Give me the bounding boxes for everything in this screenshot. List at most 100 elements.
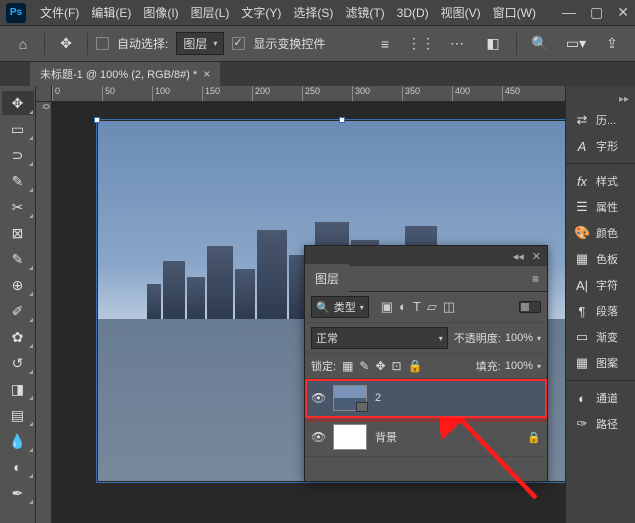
menu-file[interactable]: 文件(F): [34, 0, 85, 25]
maximize-icon[interactable]: ▢: [590, 4, 603, 21]
filter-pixel-icon[interactable]: ▣: [381, 299, 393, 315]
menu-type[interactable]: 文字(Y): [235, 0, 287, 25]
layers-panel[interactable]: ◂◂ ✕ 图层 ≡ 🔍 类型 ▾ ▣ ◐ T ▱ ◫ 正常▾ 不透明度: 100…: [304, 245, 548, 482]
auto-select-checkbox[interactable]: [96, 37, 109, 50]
collapse-icon[interactable]: ▸▸: [566, 92, 635, 107]
brush-tool[interactable]: ✐: [2, 299, 34, 323]
menu-image[interactable]: 图像(I): [137, 0, 184, 25]
move-tool-icon[interactable]: ✥: [53, 31, 79, 57]
filter-shape-icon[interactable]: ▱: [427, 299, 437, 315]
menu-filter[interactable]: 滤镜(T): [339, 0, 390, 25]
history-icon: ⇄: [574, 112, 590, 128]
opacity-value[interactable]: 100%: [505, 332, 533, 344]
auto-select-label: 自动选择:: [117, 35, 168, 52]
layer-name[interactable]: 背景: [375, 429, 397, 445]
panel-patterns[interactable]: ▦图案: [566, 350, 635, 376]
lock-icon: 🔒: [527, 431, 541, 444]
panel-swatches[interactable]: ▦色板: [566, 246, 635, 272]
panel-character[interactable]: A|字符: [566, 272, 635, 298]
visibility-icon[interactable]: 👁: [311, 391, 325, 405]
marquee-tool[interactable]: ▭: [2, 117, 34, 141]
move-tool[interactable]: ✥: [2, 91, 34, 115]
lock-pixels-icon[interactable]: ✎: [359, 359, 369, 373]
panel-history[interactable]: ⇄历...: [566, 107, 635, 133]
eraser-tool[interactable]: ◨: [2, 377, 34, 401]
healing-tool[interactable]: ⊕: [2, 273, 34, 297]
options-bar: ⌂ ✥ 自动选择: 图层▾ 显示变换控件 ≡ ⋮⋮ ⋯ ◧ 🔍 ▭▾ ⇪: [0, 26, 635, 62]
filter-adjust-icon[interactable]: ◐: [399, 299, 407, 315]
auto-select-target[interactable]: 图层▾: [176, 32, 224, 55]
layer-filter-type[interactable]: 🔍 类型 ▾: [311, 296, 369, 318]
share-icon[interactable]: ⇪: [599, 31, 625, 57]
filter-type-icon[interactable]: T: [413, 299, 421, 315]
fill-value[interactable]: 100%: [505, 360, 533, 372]
align-icon[interactable]: ≡: [372, 31, 398, 57]
3d-mode-icon[interactable]: ◧: [480, 31, 506, 57]
menu-bar: Ps 文件(F) 编辑(E) 图像(I) 图层(L) 文字(Y) 选择(S) 滤…: [0, 0, 635, 26]
home-icon[interactable]: ⌂: [10, 31, 36, 57]
lock-all-icon[interactable]: 🔒: [408, 359, 423, 373]
lasso-tool[interactable]: ⊃: [2, 143, 34, 167]
pen-tool[interactable]: ✒: [2, 481, 34, 505]
color-icon: 🎨: [574, 225, 590, 241]
lock-artboard-icon[interactable]: ⊡: [392, 359, 402, 373]
swatches-icon: ▦: [574, 251, 590, 267]
collapse-panel-icon[interactable]: ◂◂: [513, 250, 524, 263]
panel-paragraph[interactable]: ¶段落: [566, 298, 635, 324]
visibility-icon[interactable]: 👁: [311, 430, 325, 444]
frame-tool[interactable]: ⊠: [2, 221, 34, 245]
stamp-tool[interactable]: ✿: [2, 325, 34, 349]
history-brush-tool[interactable]: ↺: [2, 351, 34, 375]
panel-properties[interactable]: ☰属性: [566, 194, 635, 220]
menu-select[interactable]: 选择(S): [287, 0, 339, 25]
panel-color[interactable]: 🎨颜色: [566, 220, 635, 246]
blur-tool[interactable]: 💧: [2, 429, 34, 453]
show-transform-label: 显示变换控件: [253, 35, 325, 52]
menu-edit[interactable]: 编辑(E): [85, 0, 137, 25]
lock-position-icon[interactable]: ✥: [375, 359, 385, 373]
close-panel-icon[interactable]: ✕: [532, 250, 541, 263]
tools-panel: ✥ ▭ ⊃ ✎ ✂ ⊠ ✎ ⊕ ✐ ✿ ↺ ◨ ▤ 💧 ◐ ✒: [0, 86, 36, 523]
layer-row-selected[interactable]: 👁 2: [305, 379, 547, 418]
workspace-icon[interactable]: ▭▾: [563, 31, 589, 57]
ruler-vertical: 0: [36, 102, 52, 523]
layer-thumbnail[interactable]: [333, 385, 367, 411]
fill-label: 填充:: [476, 358, 501, 374]
paths-icon: ✑: [574, 416, 590, 432]
minimize-icon[interactable]: —: [562, 4, 576, 21]
quick-select-tool[interactable]: ✎: [2, 169, 34, 193]
panel-glyphs[interactable]: A字形: [566, 133, 635, 159]
properties-icon: ☰: [574, 199, 590, 215]
blend-mode-select[interactable]: 正常▾: [311, 327, 448, 349]
menu-window[interactable]: 窗口(W): [487, 0, 542, 25]
filter-smart-icon[interactable]: ◫: [443, 299, 455, 315]
panel-titlebar[interactable]: ◂◂ ✕: [305, 246, 547, 266]
layer-thumbnail[interactable]: [333, 424, 367, 450]
panel-channels[interactable]: ◐通道: [566, 385, 635, 411]
panel-paths[interactable]: ✑路径: [566, 411, 635, 437]
close-icon[interactable]: ✕: [617, 4, 629, 21]
document-tab[interactable]: 未标题-1 @ 100% (2, RGB/8#) * ×: [30, 62, 220, 86]
right-panels: ▸▸ ⇄历... A字形 fx样式 ☰属性 🎨颜色 ▦色板 A|字符 ¶段落 ▭…: [565, 86, 635, 523]
menu-layer[interactable]: 图层(L): [185, 0, 236, 25]
close-tab-icon[interactable]: ×: [203, 67, 210, 81]
menu-3d[interactable]: 3D(D): [391, 2, 435, 24]
show-transform-checkbox[interactable]: [232, 37, 245, 50]
more-icon[interactable]: ⋯: [444, 31, 470, 57]
lock-transparency-icon[interactable]: ▦: [342, 359, 353, 373]
layer-name[interactable]: 2: [375, 392, 381, 404]
filter-toggle[interactable]: [519, 301, 541, 313]
gradient-tool[interactable]: ▤: [2, 403, 34, 427]
dodge-tool[interactable]: ◐: [2, 455, 34, 479]
layers-tab[interactable]: 图层: [305, 264, 349, 293]
panel-gradients[interactable]: ▭渐变: [566, 324, 635, 350]
menu-view[interactable]: 视图(V): [435, 0, 487, 25]
search-icon[interactable]: 🔍: [527, 31, 553, 57]
eyedropper-tool[interactable]: ✎: [2, 247, 34, 271]
crop-tool[interactable]: ✂: [2, 195, 34, 219]
panel-styles[interactable]: fx样式: [566, 168, 635, 194]
channels-icon: ◐: [574, 391, 590, 406]
layer-row[interactable]: 👁 背景 🔒: [305, 418, 547, 457]
panel-menu-icon[interactable]: ≡: [524, 272, 547, 286]
distribute-icon[interactable]: ⋮⋮: [408, 31, 434, 57]
